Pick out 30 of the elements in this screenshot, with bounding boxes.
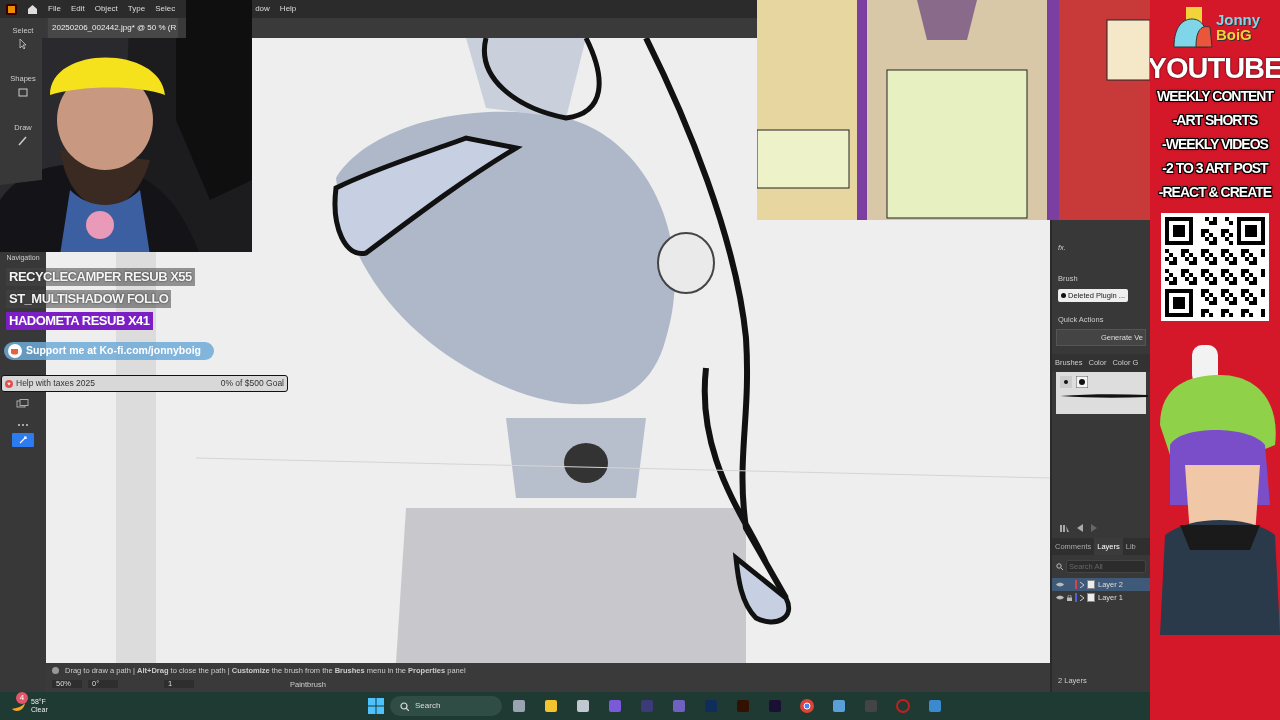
notification-badge: 4 (16, 692, 28, 704)
logo-text: BoiG (1215, 27, 1252, 42)
brush-swatch-icon[interactable] (1060, 375, 1072, 388)
artboards-icon[interactable] (16, 399, 30, 410)
promo-line: -ART SHORTS (1172, 113, 1258, 127)
brush-swatch-icon[interactable] (1076, 375, 1088, 388)
app-icon[interactable] (928, 699, 942, 713)
menu-item[interactable]: dow (255, 3, 270, 15)
cup-icon (8, 344, 22, 358)
promo-line: -REACT & CREATE (1158, 185, 1272, 199)
promo-line: -2 TO 3 ART POST (1162, 161, 1268, 175)
more-icon[interactable] (17, 423, 29, 428)
help-icon[interactable] (52, 667, 59, 675)
back-icon[interactable] (1077, 523, 1083, 532)
heart-icon (5, 379, 13, 388)
alert-label: HADOMETA RESUB X41 (6, 312, 153, 330)
lock-icon[interactable] (1067, 594, 1072, 601)
windows-start-icon[interactable] (368, 698, 384, 714)
taskbar-search[interactable]: Search (390, 696, 502, 716)
goal-title: Help with taxes 2025 (16, 377, 95, 390)
search-icon (1056, 562, 1063, 570)
search-icon (400, 701, 409, 711)
promo-line: -WEEKLY VIDEOS (1162, 137, 1268, 151)
app-icon[interactable] (832, 699, 846, 713)
library-icon[interactable] (1060, 523, 1069, 532)
promo-line: WEEKLY CONTENT (1157, 89, 1273, 103)
menu-item[interactable]: Help (279, 3, 297, 15)
app-icon[interactable] (672, 699, 686, 713)
goal-reading: 0% of $500 Goal (220, 377, 284, 390)
browser-icon[interactable] (800, 699, 814, 713)
